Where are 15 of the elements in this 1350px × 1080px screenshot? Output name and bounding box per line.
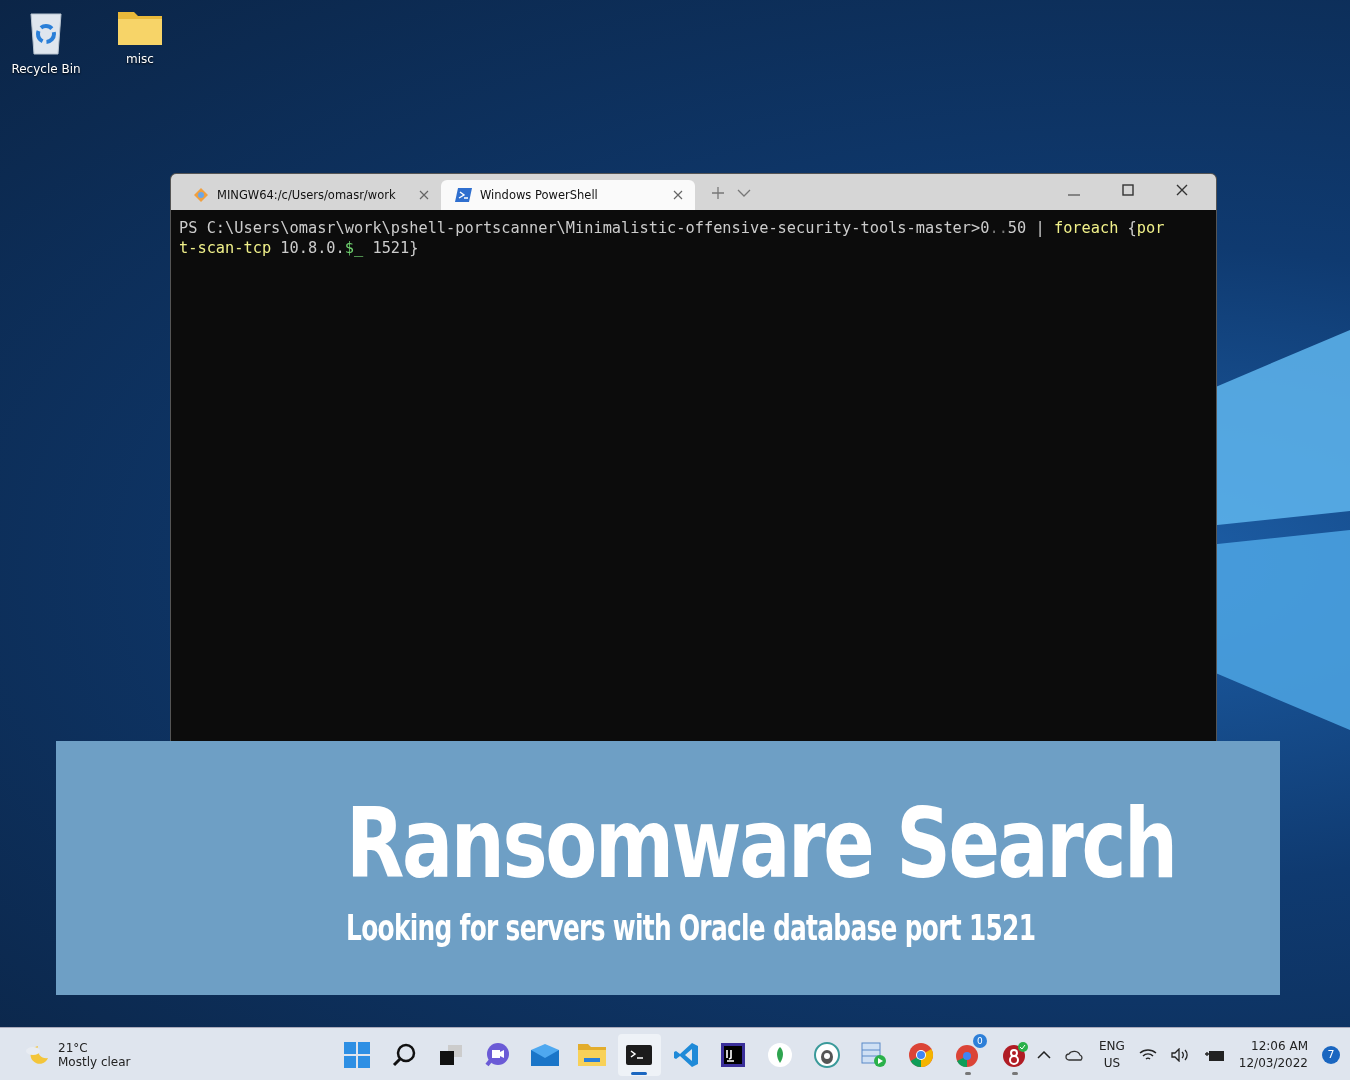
terminal-tab[interactable]: MINGW64:/c/Users/omasr/work bbox=[179, 180, 441, 210]
terminal-line: PS C:\Users\omasr\work\pshell-portscanner\Minimalistic-offensive-security-tools-master>0..50 | foreach {por bbox=[179, 218, 1166, 238]
temperature-text[interactable]: 21°C bbox=[58, 1040, 131, 1055]
weather-condition-text[interactable]: Mostly clear bbox=[58, 1054, 131, 1069]
clock[interactable]: 12:06 AM 12/03/2022 bbox=[1238, 1037, 1308, 1072]
desktop-icon-label[interactable]: misc bbox=[126, 52, 154, 66]
banner-title: Ransomware Search bbox=[346, 788, 1176, 899]
count-badge: 0 bbox=[972, 1033, 987, 1048]
terminal-line: t-scan-tcp 10.8.0.$_ 1521} bbox=[179, 238, 420, 258]
language-indicator[interactable]: ENG US bbox=[1098, 1037, 1125, 1072]
terminal-tab[interactable]: Windows PowerShell bbox=[441, 180, 695, 210]
desktop-icon-label[interactable]: Recycle Bin bbox=[11, 62, 81, 76]
taskbar-app-button[interactable]: 0 bbox=[946, 1033, 990, 1076]
notification-badge[interactable]: 7 bbox=[1322, 1045, 1340, 1064]
banner-subtitle: Looking for servers with Oracle database port 1521 bbox=[346, 906, 1037, 948]
